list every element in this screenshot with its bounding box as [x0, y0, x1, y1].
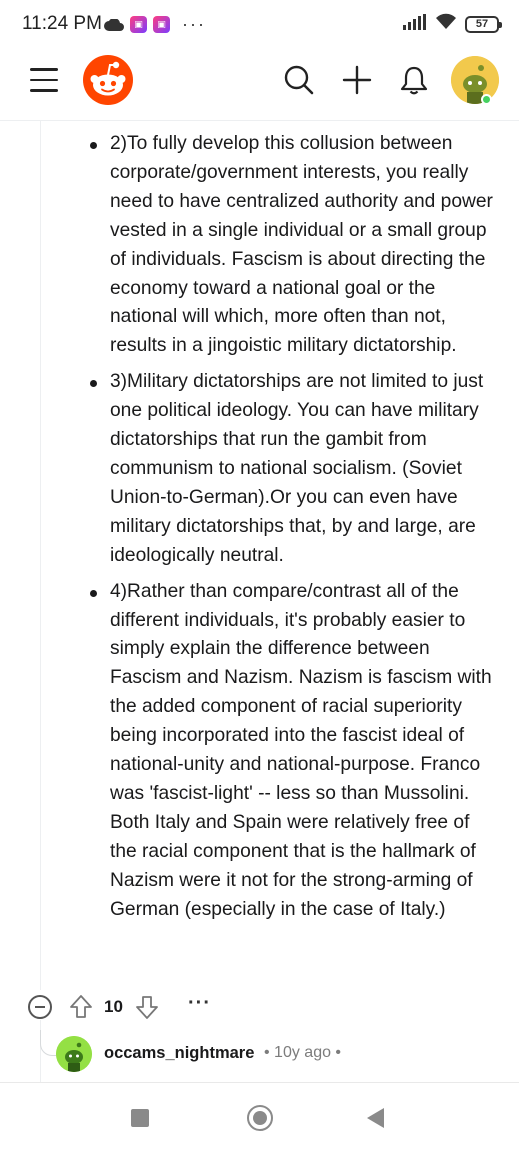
- status-time: 11:24 PM: [22, 13, 102, 34]
- back-icon[interactable]: [367, 1108, 384, 1128]
- header-divider: [0, 120, 519, 121]
- reply-header: occams_nightmare • 10y ago •: [56, 1036, 496, 1072]
- downvote-icon[interactable]: [134, 994, 160, 1020]
- signal-icon: [403, 13, 427, 35]
- reddit-logo[interactable]: [82, 54, 134, 106]
- battery-icon: 57: [465, 15, 502, 33]
- avatar[interactable]: [451, 56, 499, 104]
- more-notifications-icon: ···: [182, 14, 206, 34]
- app-badge-icon: ▣: [130, 16, 147, 33]
- list-item: 2)To fully develop this collusion betwee…: [88, 130, 493, 361]
- bell-icon[interactable]: [398, 64, 430, 96]
- thread-line[interactable]: [40, 120, 41, 990]
- plus-icon[interactable]: [341, 64, 373, 96]
- system-nav-bar: [0, 1083, 519, 1152]
- battery-level: 57: [475, 18, 489, 30]
- home-icon[interactable]: [247, 1105, 273, 1131]
- list-item: 3)Military dictatorships are not limited…: [88, 368, 493, 570]
- collapse-icon[interactable]: [28, 995, 52, 1019]
- status-notification-icons: ▣ ▣ ···: [104, 14, 206, 35]
- more-options-button[interactable]: ···: [188, 992, 211, 1015]
- comment-body: 2)To fully develop this collusion betwee…: [88, 130, 493, 931]
- comment-actions: 10 ···: [0, 990, 519, 1024]
- app-header: [0, 48, 519, 118]
- online-status-badge: [481, 94, 492, 105]
- search-icon[interactable]: [283, 64, 315, 96]
- cloud-icon: [104, 18, 124, 31]
- thread-branch: [40, 1030, 56, 1056]
- status-bar: 11:24 PM ▣ ▣ ··· 57: [0, 0, 519, 48]
- username[interactable]: occams_nightmare: [104, 1044, 254, 1063]
- avatar[interactable]: [56, 1036, 92, 1072]
- upvote-icon[interactable]: [68, 994, 94, 1020]
- app-badge-icon: ▣: [153, 16, 170, 33]
- vote-count: 10: [104, 997, 123, 1016]
- wifi-icon: [435, 13, 457, 35]
- status-system-icons: 57: [403, 13, 502, 35]
- menu-icon[interactable]: [30, 68, 60, 94]
- list-item: 4)Rather than compare/contrast all of th…: [88, 578, 493, 925]
- recents-icon[interactable]: [131, 1109, 149, 1127]
- timestamp: • 10y ago •: [264, 1044, 342, 1061]
